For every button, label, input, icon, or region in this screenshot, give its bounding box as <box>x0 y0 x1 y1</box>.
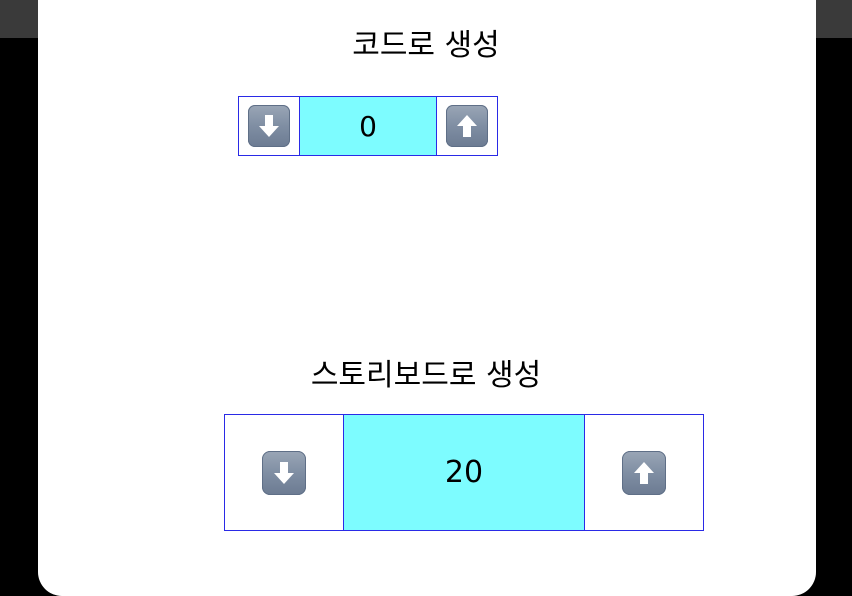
storyboard-value-display: 20 <box>342 415 586 530</box>
storyboard-increment-button[interactable] <box>585 415 703 530</box>
storyboard-section-title: 스토리보드로 생성 <box>310 358 542 393</box>
down-arrow-icon <box>247 105 290 147</box>
storyboard-stepper: 20 <box>224 414 704 531</box>
code-increment-button[interactable] <box>437 97 497 155</box>
code-value-display: 0 <box>298 97 438 155</box>
up-arrow-icon <box>622 450 667 495</box>
code-stepper: 0 <box>238 96 498 156</box>
code-decrement-button[interactable] <box>239 97 299 155</box>
left-bezel <box>0 0 38 566</box>
storyboard-decrement-button[interactable] <box>225 415 343 530</box>
up-arrow-icon <box>446 105 489 147</box>
down-arrow-icon <box>261 450 306 495</box>
code-section-title: 코드로 생성 <box>352 28 500 63</box>
right-bezel <box>816 0 852 566</box>
